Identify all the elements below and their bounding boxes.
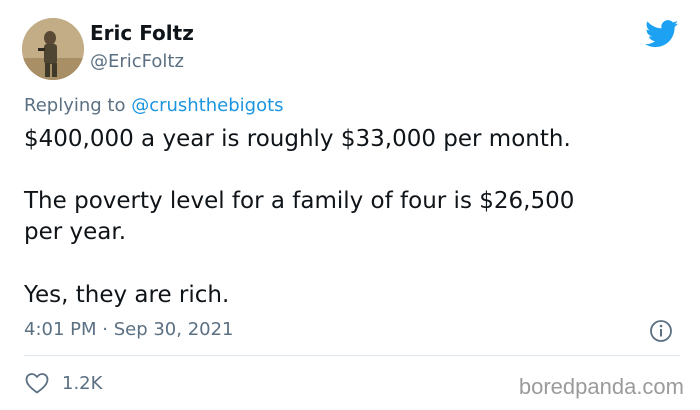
info-icon[interactable]: [649, 319, 673, 343]
tweet-text-line: Yes, they are rich.: [24, 282, 230, 308]
avatar-photo-icon: [22, 18, 84, 80]
watermark: boredpanda.com: [518, 374, 684, 399]
reply-mention-link[interactable]: @crushthebigots: [131, 95, 283, 116]
twitter-bird-icon[interactable]: [645, 20, 679, 48]
divider: [24, 355, 680, 356]
tweet-text-line: $400,000 a year is roughly $33,000 per m…: [24, 126, 571, 152]
tweet-text-line: The poverty level for a family of four i…: [24, 188, 575, 214]
heart-icon: [25, 373, 49, 394]
author-handle[interactable]: @EricFoltz: [90, 51, 184, 72]
tweet-timestamp[interactable]: 4:01 PM · Sep 30, 2021: [24, 319, 234, 340]
like-button[interactable]: 1.2K: [24, 371, 102, 395]
author-name[interactable]: Eric Foltz: [90, 21, 194, 45]
like-count: 1.2K: [62, 372, 103, 394]
tweet-card: Eric Foltz @EricFoltz Replying to @crush…: [0, 0, 700, 410]
replying-to-prefix: Replying to: [24, 95, 126, 116]
avatar[interactable]: [22, 18, 84, 80]
replying-to: Replying to @crushthebigots: [24, 95, 284, 116]
tweet-text-line: per year.: [24, 219, 127, 245]
